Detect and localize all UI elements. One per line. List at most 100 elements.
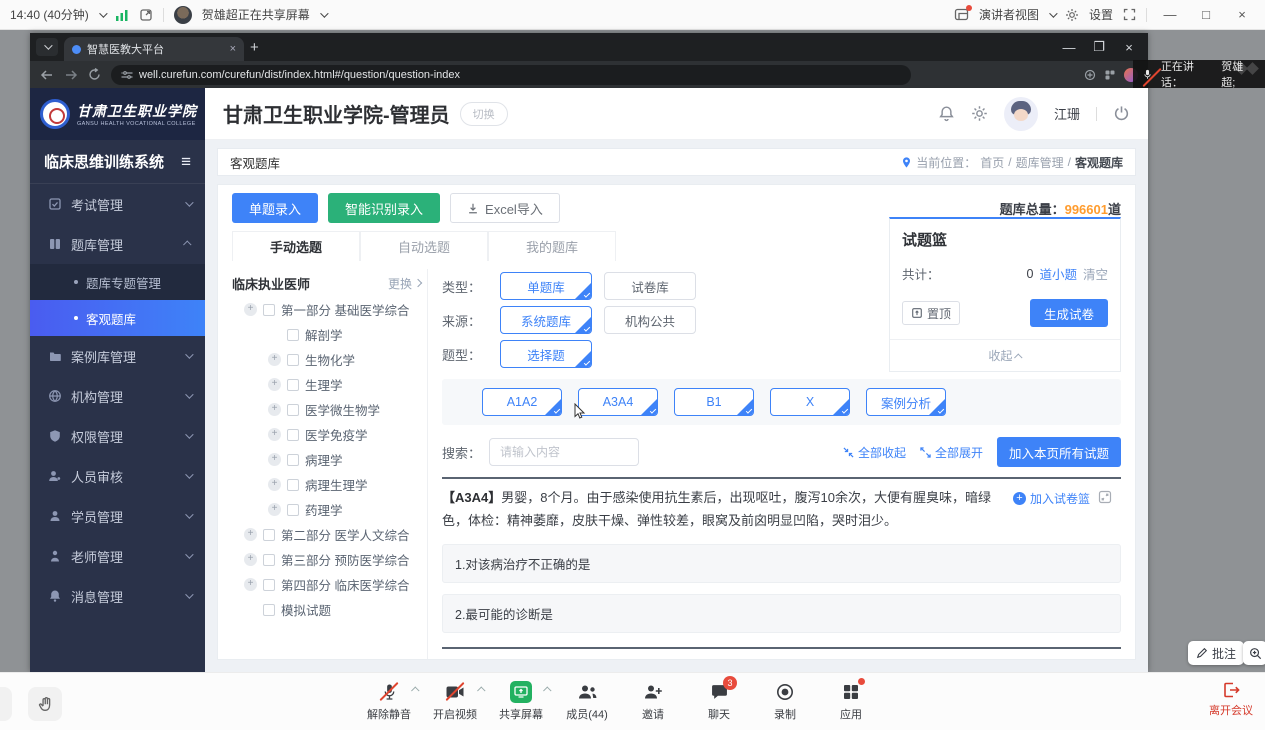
checkbox[interactable]: [263, 579, 275, 591]
breadcrumb-parent[interactable]: 题库管理: [1016, 154, 1064, 171]
collapse-all-link[interactable]: 全部收起: [843, 444, 906, 461]
single-entry-button[interactable]: 单题录入: [232, 193, 318, 223]
gear-icon[interactable]: [1065, 8, 1079, 22]
back-icon[interactable]: [40, 69, 54, 81]
filter-option-org-public[interactable]: 机构公共: [604, 306, 696, 334]
chat-button[interactable]: 3 聊天: [693, 681, 745, 722]
expander-icon[interactable]: +: [268, 378, 281, 391]
filter-option-paper-bank[interactable]: 试卷库: [604, 272, 696, 300]
checkbox[interactable]: [287, 454, 299, 466]
record-button[interactable]: 录制: [759, 681, 811, 722]
chip-a1a2[interactable]: A1A2: [482, 388, 562, 416]
add-all-button[interactable]: 加入本页所有试题: [997, 437, 1121, 467]
apps-button[interactable]: 应用: [825, 681, 877, 722]
sidebar-item-objective-bank[interactable]: 客观题库: [30, 300, 205, 336]
checkbox[interactable]: [287, 379, 299, 391]
view-layout-icon[interactable]: [954, 8, 969, 21]
refresh-icon[interactable]: [88, 68, 101, 81]
logout-icon[interactable]: [1113, 105, 1130, 122]
site-settings-icon[interactable]: [121, 70, 133, 80]
tree-node[interactable]: 模拟试题: [232, 597, 421, 622]
user-avatar[interactable]: [1004, 97, 1038, 131]
excel-import-button[interactable]: Excel导入: [450, 193, 560, 223]
checkbox[interactable]: [287, 329, 299, 341]
video-options-chevron[interactable]: [477, 686, 485, 694]
magnifier-button[interactable]: [1243, 641, 1265, 665]
checkbox[interactable]: [287, 354, 299, 366]
chip-b1[interactable]: B1: [674, 388, 754, 416]
tree-node[interactable]: +第一部分 基础医学综合: [232, 297, 421, 322]
share-options-chevron[interactable]: [543, 686, 551, 694]
popout-icon[interactable]: [139, 8, 153, 22]
expander-icon[interactable]: +: [268, 478, 281, 491]
change-subject-link[interactable]: 更换: [388, 275, 421, 292]
chip-x[interactable]: X: [770, 388, 850, 416]
chip-case-analysis[interactable]: 案例分析: [866, 388, 946, 416]
sidebar-item-student-mgmt[interactable]: 学员管理: [30, 496, 205, 536]
sidebar-item-org-mgmt[interactable]: 机构管理: [30, 376, 205, 416]
filter-option-system-bank[interactable]: 系统题库: [500, 306, 592, 334]
tree-node[interactable]: +第二部分 医学人文综合: [232, 522, 421, 547]
tab-close-icon[interactable]: ×: [230, 43, 236, 55]
minimize-button[interactable]: —: [1157, 6, 1183, 24]
basket-clear-link[interactable]: 清空: [1083, 264, 1108, 283]
sidebar-item-exam[interactable]: 考试管理: [30, 184, 205, 224]
tab-manual-select[interactable]: 手动选题: [232, 231, 360, 261]
unmute-button[interactable]: 解除静音: [363, 681, 415, 722]
breadcrumb-home[interactable]: 首页: [980, 154, 1004, 171]
sharing-status[interactable]: 贺雄超正在共享屏幕: [202, 6, 310, 23]
smart-entry-button[interactable]: 智能识别录入: [328, 193, 440, 223]
tree-node[interactable]: +病理生理学: [232, 472, 421, 497]
browser-restore-button[interactable]: ❐: [1086, 38, 1112, 56]
extensions-icon[interactable]: [1104, 69, 1116, 81]
meeting-time[interactable]: 14:40 (40分钟): [10, 6, 89, 23]
sidebar-item-teacher-mgmt[interactable]: 老师管理: [30, 536, 205, 576]
expander-icon[interactable]: +: [244, 553, 257, 566]
tab-auto-select[interactable]: 自动选题: [360, 231, 488, 261]
expand-question-icon[interactable]: [1098, 490, 1112, 504]
leave-meeting-button[interactable]: 离开会议: [1209, 681, 1253, 718]
browser-minimize-button[interactable]: —: [1056, 38, 1082, 56]
browser-close-button[interactable]: ×: [1116, 38, 1142, 56]
forward-icon[interactable]: [64, 69, 78, 81]
bookmark-icon[interactable]: [1084, 69, 1096, 81]
tree-node[interactable]: +药理学: [232, 497, 421, 522]
checkbox[interactable]: [263, 304, 275, 316]
checkbox[interactable]: [287, 404, 299, 416]
tab-my-bank[interactable]: 我的题库: [488, 231, 616, 261]
start-video-button[interactable]: 开启视频: [429, 681, 481, 722]
filter-option-choice[interactable]: 选择题: [500, 340, 592, 368]
expander-icon[interactable]: +: [268, 403, 281, 416]
invite-button[interactable]: 邀请: [627, 681, 679, 722]
expand-all-link[interactable]: 全部展开: [920, 444, 983, 461]
generate-paper-button[interactable]: 生成试卷: [1030, 299, 1108, 327]
expand-question-icon[interactable]: [1098, 660, 1112, 661]
tree-node[interactable]: +病理学: [232, 447, 421, 472]
tab-search-button[interactable]: [36, 38, 58, 56]
tree-node[interactable]: +生物化学: [232, 347, 421, 372]
tree-node[interactable]: +医学免疫学: [232, 422, 421, 447]
add-to-basket-link[interactable]: +加入试卷篮: [1013, 490, 1090, 507]
checkbox[interactable]: [263, 554, 275, 566]
basket-collapse-toggle[interactable]: 收起: [890, 339, 1120, 371]
search-input[interactable]: [489, 438, 639, 466]
settings-label[interactable]: 设置: [1089, 6, 1113, 23]
checkbox[interactable]: [263, 604, 275, 616]
new-tab-button[interactable]: +: [250, 39, 259, 56]
browser-tab[interactable]: 智慧医教大平台 ×: [64, 37, 244, 61]
tree-node[interactable]: +第三部分 预防医学综合: [232, 547, 421, 572]
tree-node[interactable]: 解剖学: [232, 322, 421, 347]
expander-icon[interactable]: +: [244, 303, 257, 316]
sidebar-item-permission-mgmt[interactable]: 权限管理: [30, 416, 205, 456]
sub-question[interactable]: 1.对该病治疗不正确的是: [442, 544, 1121, 583]
expander-icon[interactable]: +: [244, 578, 257, 591]
hamburger-icon[interactable]: ≡: [181, 152, 191, 172]
checkbox[interactable]: [287, 429, 299, 441]
members-button[interactable]: 成员(44): [561, 681, 613, 722]
basket-count-unit[interactable]: 道小题: [1039, 264, 1077, 283]
checkbox[interactable]: [287, 504, 299, 516]
sidebar-item-message-mgmt[interactable]: 消息管理: [30, 576, 205, 616]
tree-node[interactable]: +生理学: [232, 372, 421, 397]
annotate-button[interactable]: 批注: [1188, 641, 1244, 665]
raise-hand-button[interactable]: [28, 687, 62, 721]
